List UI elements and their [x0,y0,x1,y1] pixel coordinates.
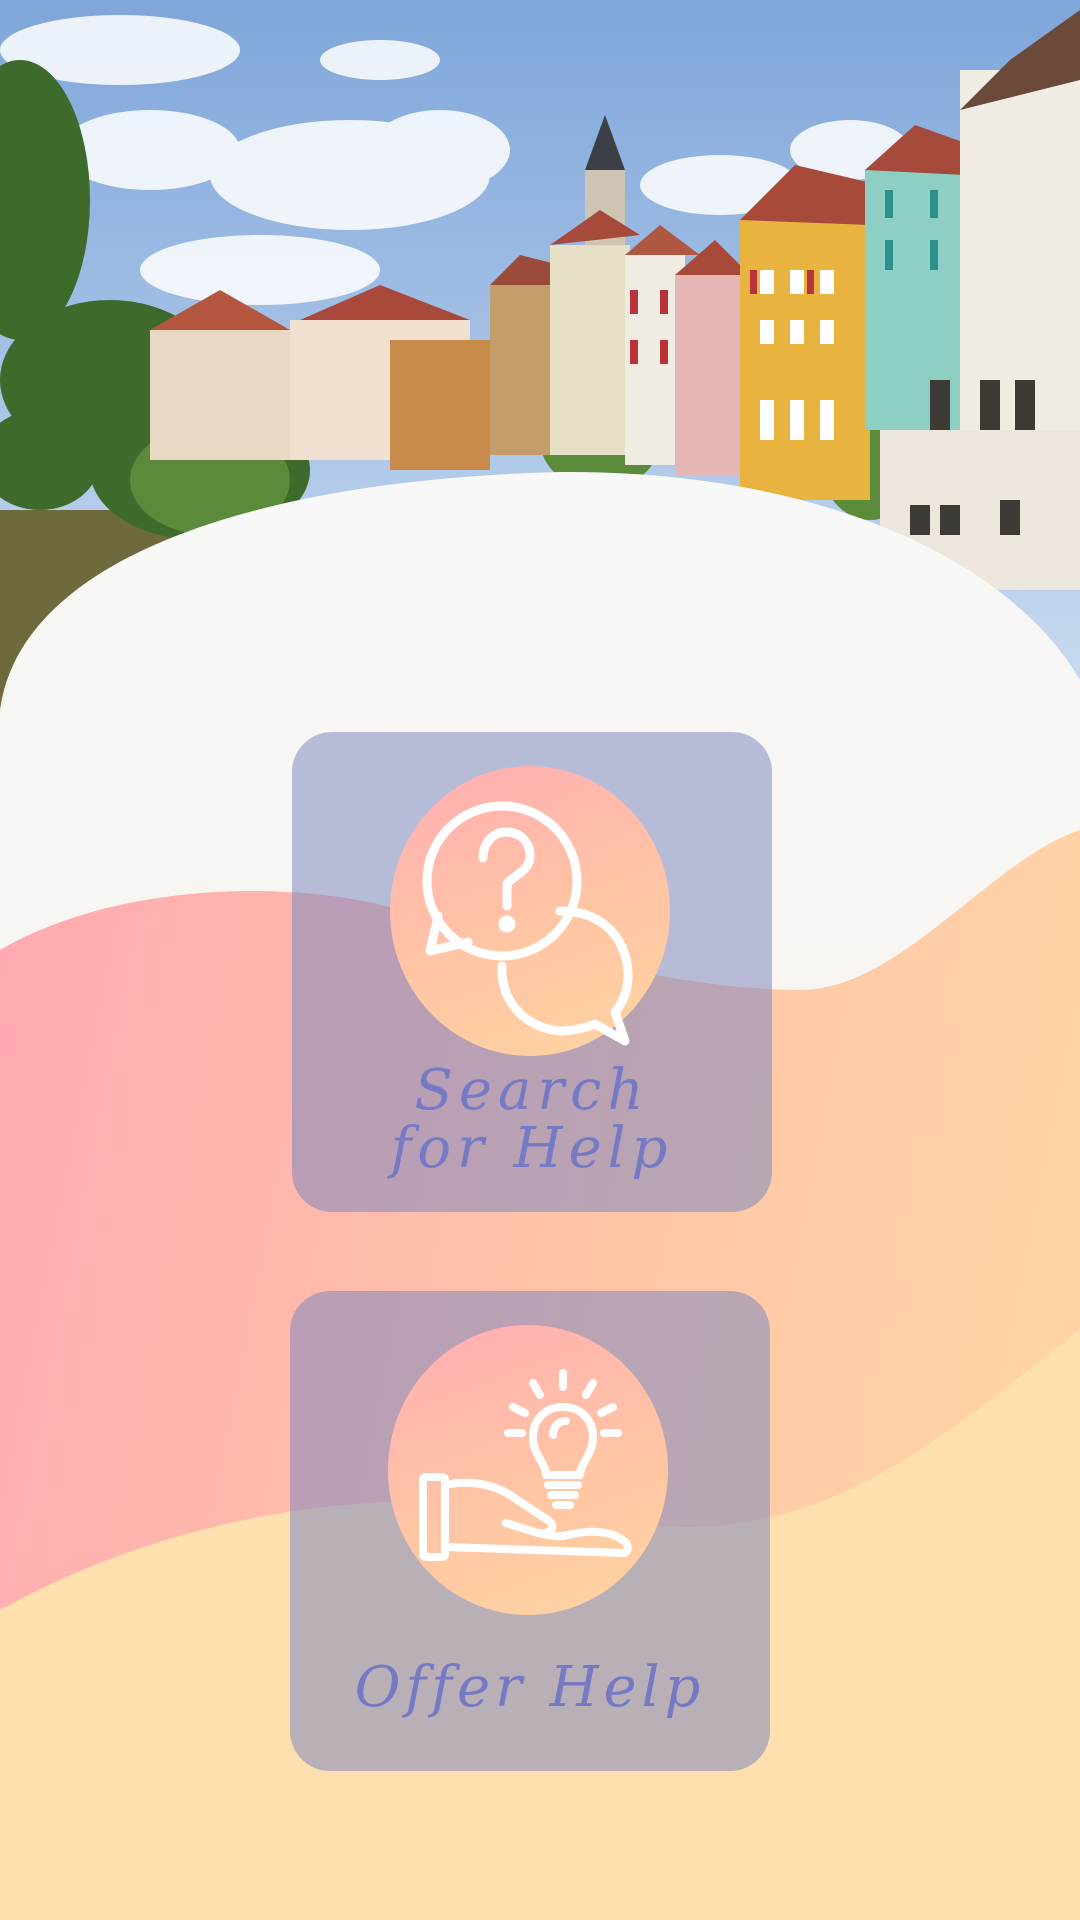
search-help-line2: for Help [390,1116,674,1181]
offer-help-label: Offer Help [354,1655,706,1720]
hand-lightbulb-icon [388,1325,668,1615]
question-chat-bubbles-icon [390,766,670,1056]
search-help-line1: Search [414,1058,650,1123]
search-help-label: Search for Help [292,1062,772,1178]
search-help-button[interactable]: Search for Help [292,732,772,1212]
offer-help-button[interactable]: Offer Help [290,1291,770,1771]
